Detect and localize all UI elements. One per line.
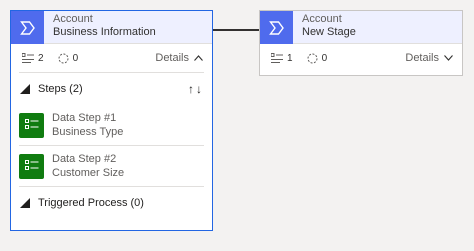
sort-up-icon[interactable]: ↑	[188, 82, 194, 96]
steps-section-header[interactable]: Steps (2) ↑ ↓	[11, 73, 212, 105]
stage-meta-row: 1 0 Details	[260, 44, 462, 72]
steps-count-value: 2	[38, 52, 44, 64]
data-step-2[interactable]: Data Step #2 Customer Size	[11, 146, 212, 186]
stage-name-label: Business Information	[53, 26, 156, 38]
details-toggle[interactable]: Details	[155, 52, 203, 64]
triggered-process-label: Triggered Process (0)	[38, 197, 144, 209]
stage-chevron-icon	[260, 11, 293, 44]
data-step-icon	[19, 153, 44, 179]
stage-header[interactable]: Account New Stage	[260, 11, 462, 44]
steps-count: 2	[22, 53, 44, 64]
stage-name-label: New Stage	[302, 26, 356, 38]
stage-card-new-stage[interactable]: Account New Stage 1 0 Details	[259, 10, 463, 76]
dashed-circle-icon	[58, 53, 69, 63]
expand-triangle-icon	[20, 198, 30, 208]
stage-header[interactable]: Account Business Information	[11, 11, 212, 44]
stage-entity-label: Account	[53, 13, 93, 25]
data-step-1[interactable]: Data Step #1 Business Type	[11, 105, 212, 145]
stage-meta-row: 2 0 Details	[11, 44, 212, 72]
steps-section-label: Steps (2)	[38, 83, 83, 95]
stage-chevron-icon	[11, 11, 44, 44]
triggers-count-value: 0	[321, 52, 328, 64]
steps-list-icon	[271, 53, 283, 63]
details-label: Details	[405, 52, 439, 64]
sort-down-icon[interactable]: ↓	[196, 82, 202, 96]
step-field: Customer Size	[52, 167, 125, 179]
steps-list-icon	[22, 53, 34, 63]
expand-triangle-icon	[20, 84, 30, 94]
dashed-circle-icon	[307, 53, 318, 63]
stage-connector-line	[212, 29, 259, 31]
step-field: Business Type	[52, 126, 124, 138]
details-toggle[interactable]: Details	[405, 52, 453, 64]
triggers-count: 0	[58, 52, 79, 64]
chevron-down-icon	[444, 55, 453, 61]
stage-entity-label: Account	[302, 13, 342, 25]
steps-count: 1	[271, 53, 293, 64]
step-title: Data Step #2	[52, 153, 117, 165]
data-step-icon	[19, 112, 44, 138]
step-title: Data Step #1	[52, 112, 117, 124]
sort-controls: ↑ ↓	[186, 82, 202, 96]
triggered-process-section-header[interactable]: Triggered Process (0)	[11, 187, 212, 219]
triggers-count-value: 0	[72, 52, 79, 64]
steps-count-value: 1	[287, 52, 293, 64]
chevron-up-icon	[194, 55, 203, 61]
triggers-count: 0	[307, 52, 328, 64]
details-label: Details	[155, 52, 189, 64]
stage-card-business-information[interactable]: Account Business Information 2 0 Details	[10, 10, 213, 231]
